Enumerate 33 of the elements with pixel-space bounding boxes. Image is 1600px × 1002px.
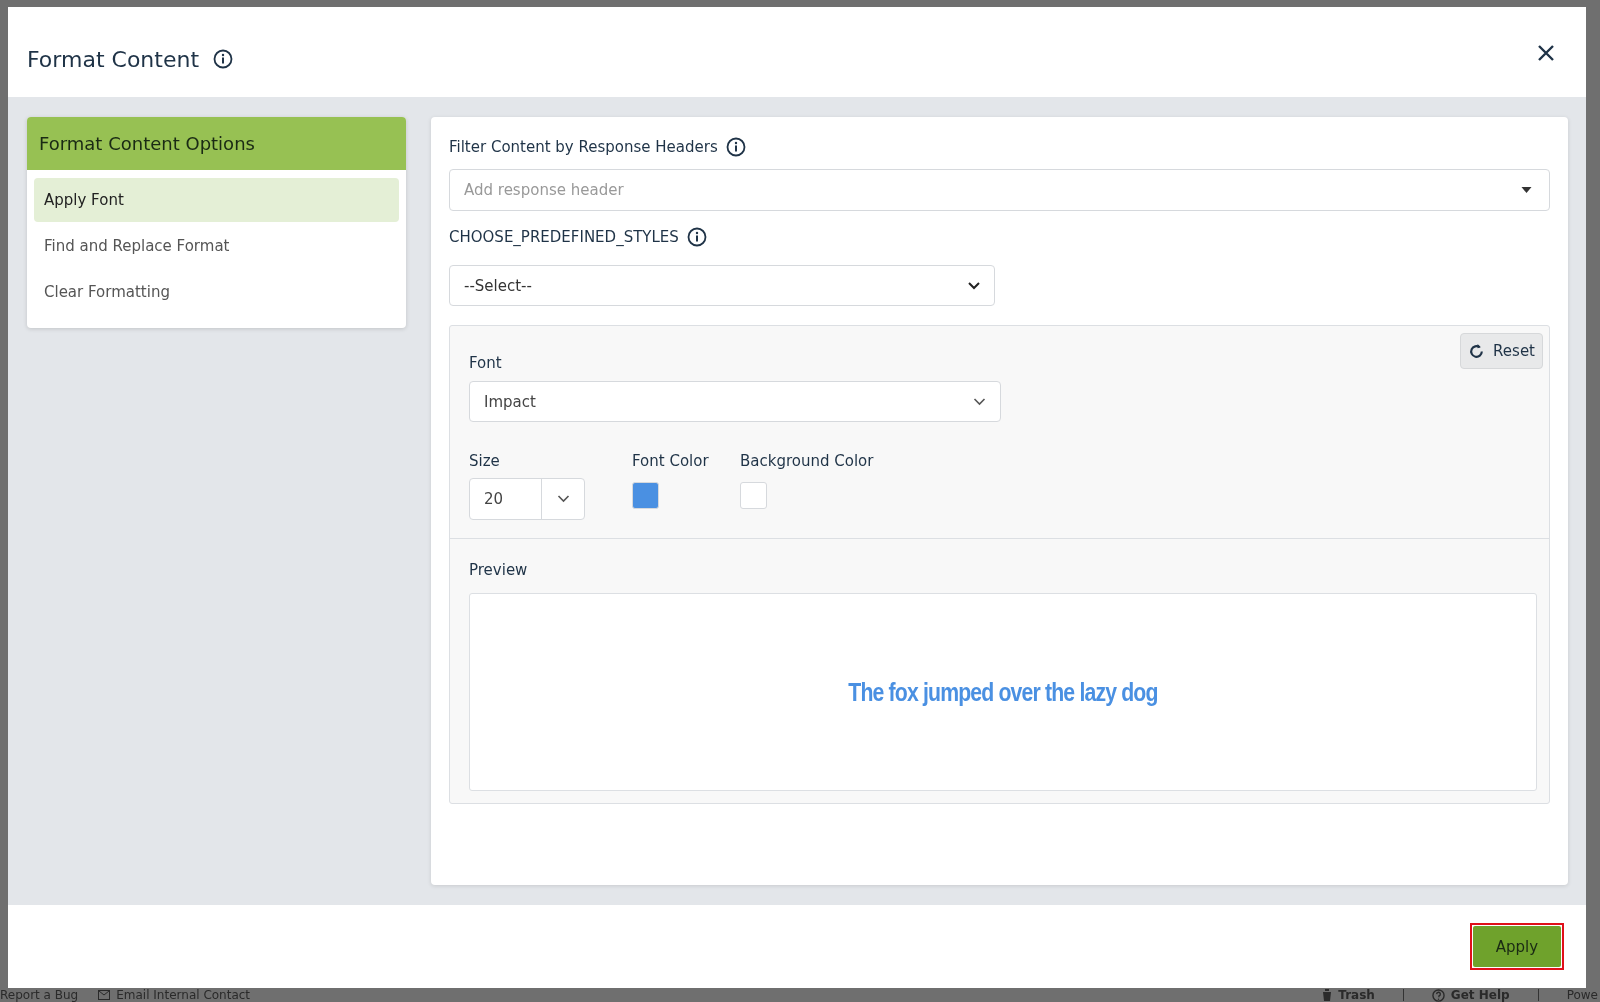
info-icon[interactable] xyxy=(686,227,707,247)
info-icon[interactable] xyxy=(213,49,233,69)
field-label: Preview xyxy=(469,561,528,579)
font-select[interactable]: Impact xyxy=(469,381,1001,422)
reset-button[interactable]: Reset xyxy=(1460,333,1543,369)
mail-icon xyxy=(98,990,111,1000)
chevron-icon xyxy=(968,281,980,290)
apply-button[interactable]: Apply xyxy=(1473,926,1561,967)
info-icon[interactable] xyxy=(725,137,746,157)
field-label: CHOOSE_PREDEFINED_STYLES xyxy=(449,228,679,246)
field-label: Font xyxy=(469,354,502,372)
chevron-icon xyxy=(973,397,986,406)
preview-text: The fox jumped over the lazy dog xyxy=(848,677,1158,707)
chevron-icon xyxy=(556,495,570,503)
color-swatch[interactable] xyxy=(632,482,659,509)
dialog-title: Format Content xyxy=(27,46,199,72)
field-label: Size xyxy=(469,452,500,470)
caret-icon xyxy=(1521,187,1532,193)
field-label: Filter Content by Response Headers xyxy=(449,138,718,156)
size-select[interactable]: 20 xyxy=(469,478,585,520)
response-header-field[interactable]: Add response header xyxy=(449,169,1550,211)
help-icon xyxy=(1431,988,1445,1002)
field-label: Font Color xyxy=(632,452,709,470)
powered-by-text: Powe xyxy=(1566,988,1598,1002)
predefined-styles-select[interactable]: --Select-- xyxy=(449,265,995,306)
field-label: Background Color xyxy=(740,452,874,470)
option-item[interactable]: Find and Replace Format xyxy=(34,224,399,268)
options-header: Format Content Options xyxy=(27,117,406,170)
trash-icon xyxy=(1322,989,1333,1001)
refresh-icon xyxy=(1468,342,1486,360)
option-item[interactable]: Apply Font xyxy=(34,178,399,222)
option-item[interactable]: Clear Formatting xyxy=(34,270,399,314)
color-swatch[interactable] xyxy=(740,482,767,509)
